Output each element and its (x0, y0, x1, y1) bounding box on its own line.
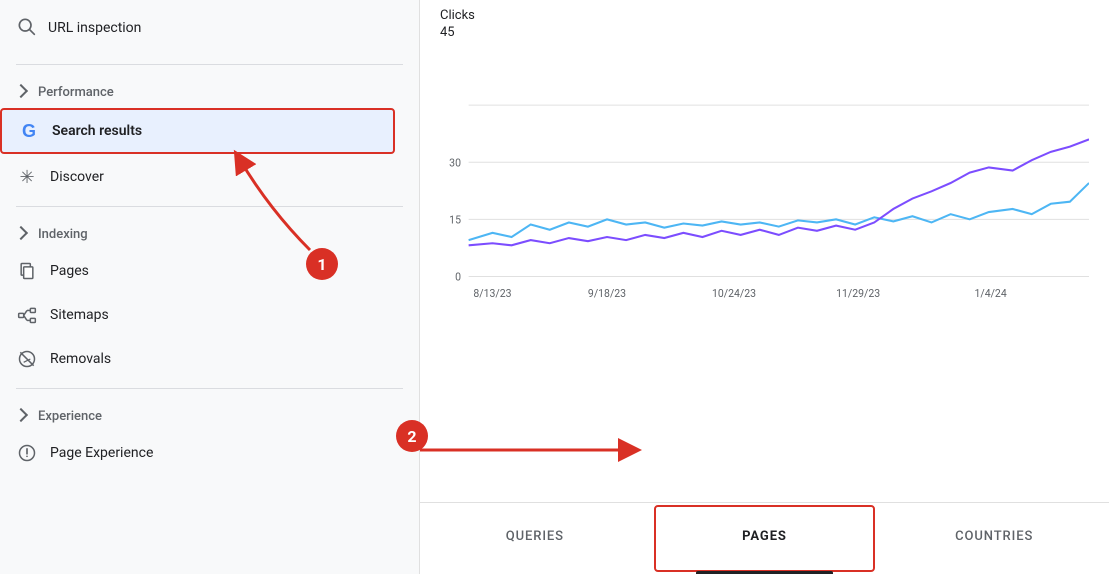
performance-section: Performance (0, 73, 419, 106)
chevron-down-icon (14, 83, 28, 97)
tab-countries-label: COUNTRIES (955, 529, 1033, 544)
url-inspection-label: URL inspection (48, 20, 141, 36)
tab-pages-label: PAGES (742, 529, 787, 544)
svg-text:9/18/23: 9/18/23 (588, 287, 626, 301)
sidebar-item-search-results[interactable]: G Search results (0, 108, 395, 154)
indexing-section: Indexing (0, 215, 419, 248)
tab-queries-label: QUERIES (506, 529, 564, 544)
chevron-down-icon-3 (14, 407, 28, 421)
main-content: Clicks 45 0 15 30 8/13/23 9/18/23 (420, 0, 1109, 574)
experience-section: Experience (0, 397, 419, 430)
page-experience-label: Page Experience (50, 445, 153, 461)
removals-label: Removals (50, 351, 111, 367)
divider-1 (16, 64, 403, 65)
divider-2 (16, 206, 403, 207)
sidebar-item-discover[interactable]: ✳ Discover (0, 156, 411, 198)
sidebar-item-url-inspection[interactable]: URL inspection (0, 0, 419, 56)
sidebar-item-removals[interactable]: Removals (0, 338, 411, 380)
svg-text:30: 30 (449, 156, 461, 170)
svg-text:10/24/23: 10/24/23 (712, 287, 756, 301)
chart-y-label: Clicks (440, 8, 1089, 23)
tabs-area: QUERIES PAGES COUNTRIES (420, 502, 1109, 574)
svg-text:1/4/24: 1/4/24 (974, 287, 1006, 301)
divider-3 (16, 388, 403, 389)
google-g-icon: G (18, 120, 40, 142)
asterisk-icon: ✳ (16, 166, 38, 188)
svg-text:8/13/23: 8/13/23 (473, 287, 511, 301)
svg-text:15: 15 (449, 213, 461, 227)
chart-svg: 0 15 30 8/13/23 9/18/23 10/24/23 11/29/2… (440, 48, 1089, 318)
experience-label: Experience (38, 409, 102, 424)
pages-label: Pages (50, 263, 89, 279)
search-results-label: Search results (52, 123, 142, 139)
sidebar-item-pages[interactable]: Pages (0, 250, 411, 292)
chevron-down-icon-2 (14, 225, 28, 239)
tab-pages[interactable]: PAGES (650, 503, 880, 574)
chart-y-value: 45 (440, 25, 1089, 40)
annotation-badge-1: 1 (306, 248, 338, 280)
chart-svg-container: 0 15 30 8/13/23 9/18/23 10/24/23 11/29/2… (440, 48, 1089, 318)
sidebar: URL inspection Performance G Search resu… (0, 0, 420, 574)
page-experience-icon (16, 442, 38, 464)
pages-icon (16, 260, 38, 282)
sitemaps-icon (16, 304, 38, 326)
sidebar-item-sitemaps[interactable]: Sitemaps (0, 294, 411, 336)
sidebar-item-page-experience[interactable]: Page Experience (0, 432, 411, 474)
tab-countries[interactable]: COUNTRIES (879, 503, 1109, 574)
annotation-badge-2: 2 (396, 420, 428, 452)
svg-text:11/29/23: 11/29/23 (836, 287, 880, 301)
annotation-2: 2 (396, 420, 428, 452)
performance-label: Performance (38, 85, 114, 100)
svg-text:0: 0 (455, 270, 461, 284)
indexing-label: Indexing (38, 227, 88, 242)
tab-queries[interactable]: QUERIES (420, 503, 650, 574)
search-icon (16, 16, 36, 40)
chart-area: Clicks 45 0 15 30 8/13/23 9/18/23 (420, 0, 1109, 502)
sitemaps-label: Sitemaps (50, 307, 109, 323)
annotation-1: 1 (306, 248, 338, 280)
discover-label: Discover (50, 169, 104, 185)
removals-icon (16, 348, 38, 370)
